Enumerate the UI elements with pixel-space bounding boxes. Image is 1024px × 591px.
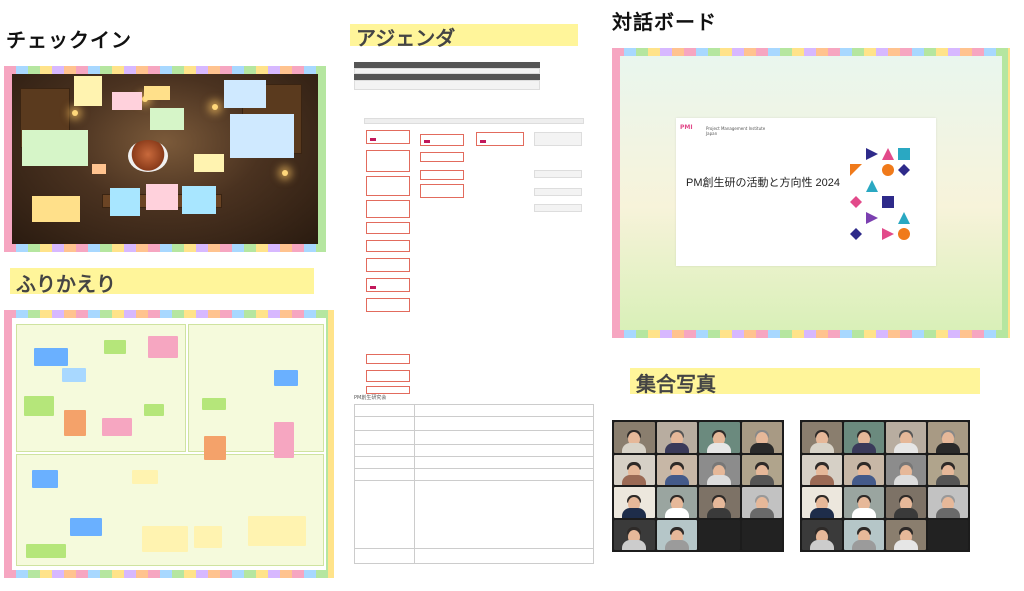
slide-title: PM創生研の活動と方向性 2024 (686, 177, 841, 189)
agenda-title: アジェンダ (356, 26, 456, 50)
agenda-table-label: PM創生研究会 (354, 395, 387, 401)
sticky-note[interactable] (24, 396, 54, 416)
sticky-note[interactable] (202, 398, 226, 410)
kanban-card[interactable] (366, 278, 410, 292)
group-photo-1[interactable] (612, 420, 784, 552)
board-canvas: チェックイン アジェンダ PM創生研究会 対話ボード PMI Project M… (0, 0, 1024, 591)
reflection-board[interactable] (12, 318, 326, 570)
kanban-card[interactable] (366, 200, 410, 218)
sticky-note[interactable] (274, 370, 298, 386)
dialogue-title: 対話ボード (612, 10, 717, 34)
sticky-note[interactable] (102, 418, 132, 436)
food-bowl-image (128, 140, 168, 172)
dialogue-board[interactable]: PMI Project Management Institute Japan P… (620, 56, 1002, 330)
checkin-board[interactable] (12, 74, 318, 244)
sticky-note[interactable] (144, 404, 164, 416)
sticky-note[interactable] (22, 130, 88, 166)
group-photo-title: 集合写真 (636, 372, 716, 396)
agenda-document[interactable]: PM創生研究会 (350, 52, 594, 572)
sticky-note[interactable] (248, 516, 306, 546)
kanban-card[interactable] (366, 240, 410, 252)
reflection-area-problem[interactable] (188, 324, 324, 452)
kanban-card[interactable] (420, 184, 464, 198)
sticky-note[interactable] (34, 348, 68, 366)
kanban-card[interactable] (420, 152, 464, 162)
sticky-note[interactable] (224, 80, 266, 108)
sticky-note[interactable] (194, 154, 224, 172)
sticky-note[interactable] (32, 196, 80, 222)
reflection-board-frame[interactable] (4, 310, 334, 578)
kanban-card[interactable] (420, 170, 464, 180)
kanban-card[interactable] (476, 132, 524, 146)
dialogue-board-frame[interactable]: PMI Project Management Institute Japan P… (612, 48, 1010, 338)
sticky-note[interactable] (194, 526, 222, 548)
sticky-note[interactable] (110, 188, 140, 216)
agenda-detail-table (354, 404, 594, 564)
presentation-slide[interactable]: PMI Project Management Institute Japan P… (676, 118, 936, 266)
sticky-note[interactable] (132, 470, 158, 484)
kanban-card[interactable] (366, 298, 410, 312)
kanban-card[interactable] (366, 222, 410, 234)
sticky-note[interactable] (274, 422, 294, 458)
checkin-board-frame[interactable] (4, 66, 326, 252)
checkin-title: チェックイン (6, 28, 132, 52)
group-photo-2[interactable] (800, 420, 970, 552)
sticky-note[interactable] (26, 544, 66, 558)
kanban-card[interactable] (366, 386, 410, 394)
sticky-note[interactable] (204, 436, 226, 460)
kanban-card[interactable] (366, 176, 410, 196)
sticky-note[interactable] (148, 336, 178, 358)
kanban-card[interactable] (366, 354, 410, 364)
sticky-note[interactable] (104, 340, 126, 354)
sticky-note[interactable] (32, 470, 58, 488)
sticky-note[interactable] (62, 368, 86, 382)
reflection-title: ふりかえり (16, 272, 116, 296)
pmi-logo-caption: Project Management Institute Japan (706, 126, 766, 136)
sticky-note[interactable] (230, 114, 294, 158)
sticky-note[interactable] (150, 108, 184, 130)
sticky-note[interactable] (74, 76, 102, 106)
sticky-note[interactable] (182, 186, 216, 214)
kanban-card[interactable] (366, 258, 410, 272)
kanban-card[interactable] (366, 130, 410, 144)
pmi-logo: PMI (680, 124, 693, 131)
kanban-card[interactable] (366, 370, 410, 382)
sticky-note[interactable] (70, 518, 102, 536)
kanban-card[interactable] (366, 150, 410, 172)
sticky-note[interactable] (142, 526, 188, 552)
sticky-note[interactable] (146, 184, 178, 210)
sticky-note[interactable] (64, 410, 86, 436)
sticky-note[interactable] (92, 164, 106, 174)
sticky-note[interactable] (144, 86, 170, 100)
sticky-note[interactable] (112, 92, 142, 110)
